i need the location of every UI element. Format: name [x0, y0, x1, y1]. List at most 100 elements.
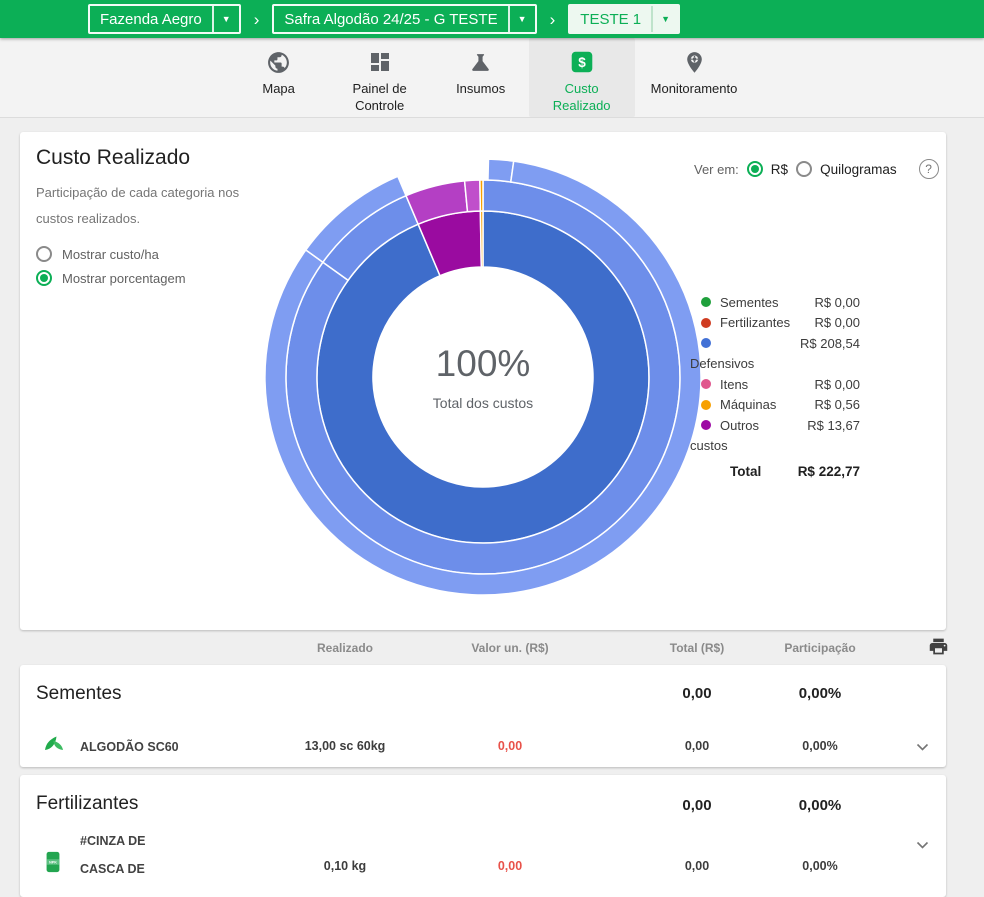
cell-realizado: 13,00 sc 60kg	[260, 739, 430, 753]
app-header: Fazenda Aegro ▼ › Safra Algodão 24/25 - …	[0, 0, 984, 38]
legend-label: Defensivos	[690, 356, 860, 371]
tab-label: Insumos	[456, 80, 505, 97]
panel-subtitle: Participação de cada categoria nos custo…	[36, 180, 261, 232]
sunburst-segment-items[interactable]	[488, 159, 514, 182]
legend-row: ItensR$ 0,00	[690, 374, 860, 395]
chevron-down-icon[interactable]: ▼	[212, 6, 239, 32]
item-name: ALGODÃO SC60	[80, 733, 230, 761]
cell-valor-un[interactable]: 0,00	[440, 859, 580, 873]
sunburst-segment-subcategories[interactable]	[480, 180, 483, 211]
legend-value: R$ 222,77	[798, 464, 860, 479]
plot-selector[interactable]: TESTE 1 ▼	[568, 4, 680, 34]
radio-label: Mostrar porcentagem	[62, 271, 186, 286]
svg-text:$: $	[578, 55, 586, 70]
seed-icon	[42, 733, 66, 762]
tab-label: Custo Realizado	[537, 80, 627, 114]
pin-gear-icon	[682, 47, 707, 77]
section-title: Fertilizantes	[36, 793, 138, 815]
section-fertilizantes: Fertilizantes 0,00 0,00% NPK #CINZA DE C…	[20, 775, 946, 897]
legend-dot-icon	[701, 400, 711, 410]
tab-insumos[interactable]: Insumos	[441, 38, 521, 117]
section-participation: 0,00%	[750, 685, 890, 702]
section-participation: 0,00%	[750, 797, 890, 814]
column-header-participacao: Participação	[750, 641, 890, 655]
radio-icon[interactable]	[36, 246, 52, 262]
legend-dot-icon	[701, 318, 711, 328]
legend-row: MáquinasR$ 0,56	[690, 395, 860, 416]
legend-label: Sementes	[720, 295, 814, 310]
chevron-down-icon[interactable]	[912, 833, 933, 859]
tab-custo-realizado[interactable]: $ Custo Realizado	[529, 38, 635, 117]
legend-row: SementesR$ 0,00	[690, 292, 860, 313]
section-tabs: Mapa Painel de Controle Insumos $ Custo …	[0, 38, 984, 118]
season-selector-label: Safra Algodão 24/25 - G TESTE	[274, 6, 507, 32]
chart-legend: SementesR$ 0,00FertilizantesR$ 0,00R$ 20…	[690, 292, 860, 482]
legend-row: TotalR$ 222,77	[690, 461, 860, 482]
legend-label: Fertilizantes	[720, 315, 814, 330]
season-selector[interactable]: Safra Algodão 24/25 - G TESTE ▼	[272, 4, 536, 34]
legend-value: R$ 13,67	[807, 418, 860, 433]
legend-label: Máquinas	[720, 397, 814, 412]
breadcrumb-separator-icon: ›	[254, 11, 260, 28]
legend-dot-icon	[701, 297, 711, 307]
display-mode-group: Mostrar custo/ha Mostrar porcentagem	[36, 246, 186, 286]
legend-dot-icon	[701, 338, 711, 348]
tab-mapa[interactable]: Mapa	[239, 38, 319, 117]
legend-value: R$ 0,00	[814, 315, 860, 330]
radio-mostrar-porcentagem[interactable]: Mostrar porcentagem	[36, 270, 186, 286]
sunburst-chart[interactable]	[263, 157, 703, 597]
svg-text:NPK: NPK	[49, 860, 57, 864]
legend-label: Itens	[720, 377, 814, 392]
radio-quilogramas[interactable]	[796, 161, 812, 177]
tab-painel-de-controle[interactable]: Painel de Controle	[327, 38, 433, 117]
sunburst-segment-categories[interactable]	[480, 211, 483, 267]
plot-selector-label: TESTE 1	[570, 6, 651, 32]
cell-realizado: 0,10 kg	[260, 859, 430, 873]
radio-label: Mostrar custo/ha	[62, 247, 159, 262]
tab-monitoramento[interactable]: Monitoramento	[643, 38, 746, 117]
cell-participacao: 0,00%	[750, 739, 890, 753]
chevron-down-icon[interactable]: ▼	[651, 6, 678, 32]
tab-label: Painel de Controle	[335, 80, 425, 114]
column-header-valor-un: Valor un. (R$)	[440, 641, 580, 655]
radio-label: Quilogramas	[820, 162, 897, 177]
fertilizer-icon: NPK	[42, 849, 64, 880]
globe-icon	[266, 47, 291, 77]
table-row[interactable]: ALGODÃO SC60 13,00 sc 60kg 0,00 0,00 0,0…	[20, 731, 946, 767]
legend-label: Outros	[720, 418, 807, 433]
flask-icon	[468, 47, 493, 77]
view-in-group: Ver em: R$ Quilogramas ?	[694, 159, 939, 179]
column-header-realizado: Realizado	[260, 641, 430, 655]
section-sementes: Sementes 0,00 0,00% ALGODÃO SC60 13,00 s…	[20, 665, 946, 767]
help-icon[interactable]: ?	[919, 159, 939, 179]
legend-row: Defensivos	[690, 354, 860, 375]
legend-row: custos	[690, 436, 860, 457]
chevron-down-icon[interactable]	[912, 735, 933, 761]
radio-label: R$	[771, 162, 788, 177]
legend-label: custos	[690, 438, 860, 453]
farm-selector-label: Fazenda Aegro	[90, 6, 212, 32]
cell-valor-un[interactable]: 0,00	[440, 739, 580, 753]
tab-label: Monitoramento	[651, 80, 738, 97]
radio-mostrar-custo-ha[interactable]: Mostrar custo/ha	[36, 246, 186, 262]
farm-selector[interactable]: Fazenda Aegro ▼	[88, 4, 241, 34]
tab-label: Mapa	[262, 80, 295, 97]
page-title: Custo Realizado	[36, 146, 190, 170]
custo-realizado-panel: Custo Realizado Participação de cada cat…	[20, 132, 946, 630]
printer-icon[interactable]	[928, 636, 954, 660]
chevron-down-icon[interactable]: ▼	[508, 6, 535, 32]
legend-value: R$ 0,00	[814, 377, 860, 392]
legend-value: R$ 0,00	[814, 295, 860, 310]
breadcrumb-separator-icon: ›	[550, 11, 556, 28]
table-row[interactable]: NPK #CINZA DE CASCA DE 0,10 kg 0,00 0,00…	[20, 827, 946, 891]
legend-value: R$ 208,54	[800, 336, 860, 351]
section-title: Sementes	[36, 683, 122, 705]
sunburst-segment-subcategories[interactable]	[465, 180, 481, 212]
radio-icon[interactable]	[36, 270, 52, 286]
legend-value: R$ 0,56	[814, 397, 860, 412]
legend-dot-icon	[701, 420, 711, 430]
radio-rs[interactable]	[747, 161, 763, 177]
legend-label: Total	[690, 464, 798, 479]
dollar-icon: $	[569, 47, 595, 77]
costs-table-header: Realizado Valor un. (R$) Total (R$) Part…	[20, 630, 946, 665]
